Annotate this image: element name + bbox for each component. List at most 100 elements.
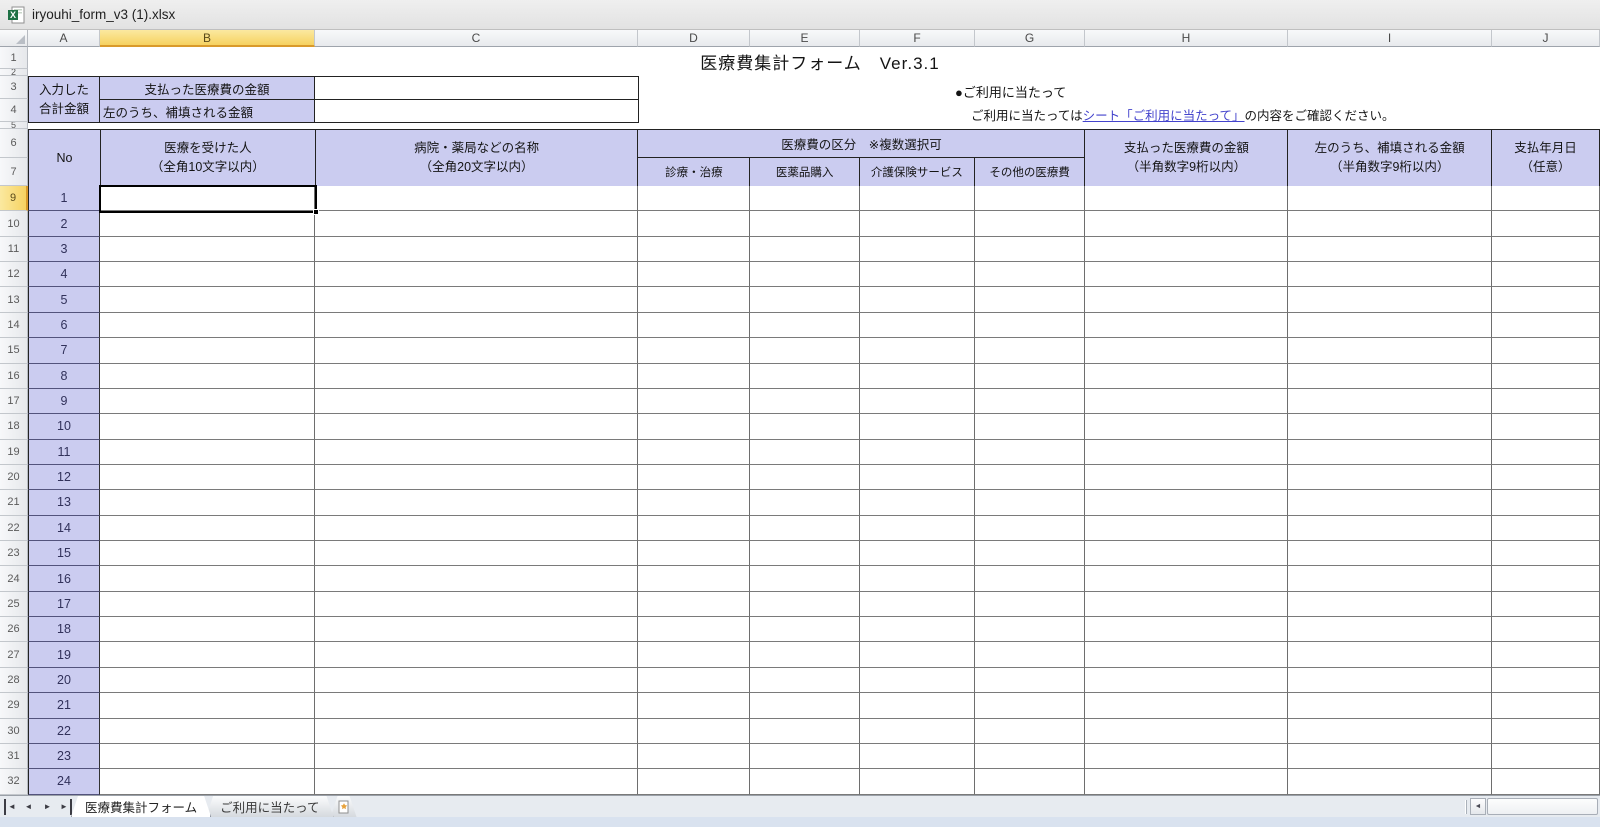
cell-H12[interactable]	[1085, 262, 1288, 288]
cell-D21[interactable]	[638, 490, 750, 516]
cell-F12[interactable]	[860, 262, 975, 288]
cell-C30[interactable]	[315, 718, 638, 744]
cell-E31[interactable]	[750, 743, 860, 770]
cell-G21[interactable]	[975, 490, 1085, 516]
tab-iryouhi-form[interactable]: 医療費集計フォーム	[71, 796, 211, 817]
cell-C19[interactable]	[315, 439, 638, 465]
cell-C28[interactable]	[315, 667, 638, 694]
cell-G30[interactable]	[975, 718, 1085, 744]
cell-C15[interactable]	[315, 338, 638, 364]
cell-J31[interactable]	[1492, 743, 1600, 770]
cell-D30[interactable]	[638, 718, 750, 744]
cell-no-3[interactable]: 3	[28, 236, 100, 263]
cell-J15[interactable]	[1492, 338, 1600, 364]
cell-G31[interactable]	[975, 743, 1085, 770]
cell-I9[interactable]	[1288, 186, 1492, 212]
cell-F16[interactable]	[860, 363, 975, 389]
cell-D20[interactable]	[638, 464, 750, 491]
cell-D15[interactable]	[638, 338, 750, 364]
cell-H21[interactable]	[1085, 490, 1288, 516]
cell-B21[interactable]	[100, 490, 315, 516]
cell-J30[interactable]	[1492, 718, 1600, 744]
cell-no-15[interactable]: 15	[28, 541, 100, 567]
cell-E25[interactable]	[750, 591, 860, 618]
cell-I10[interactable]	[1288, 211, 1492, 237]
cell-no-18[interactable]: 18	[28, 617, 100, 643]
cell-J10[interactable]	[1492, 211, 1600, 237]
cell-J28[interactable]	[1492, 667, 1600, 694]
cell-B24[interactable]	[100, 566, 315, 592]
cell-B13[interactable]	[100, 287, 315, 313]
cell-J20[interactable]	[1492, 464, 1600, 491]
cell-H11[interactable]	[1085, 236, 1288, 263]
cell-F13[interactable]	[860, 287, 975, 313]
cell-G19[interactable]	[975, 439, 1085, 465]
cell-H19[interactable]	[1085, 439, 1288, 465]
cell-E15[interactable]	[750, 338, 860, 364]
cell-C21[interactable]	[315, 490, 638, 516]
cell-G18[interactable]	[975, 414, 1085, 440]
cell-I31[interactable]	[1288, 743, 1492, 770]
summary-paid-value-cell[interactable]	[315, 77, 639, 100]
cell-G20[interactable]	[975, 464, 1085, 491]
cell-J23[interactable]	[1492, 541, 1600, 567]
header-paid[interactable]: 支払った医療費の金額 （半角数字9桁以内）	[1085, 130, 1289, 187]
cell-B27[interactable]	[100, 642, 315, 668]
cell-I24[interactable]	[1288, 566, 1492, 592]
header-category-treatment[interactable]: 診療・治療	[638, 158, 751, 186]
cell-I22[interactable]	[1288, 515, 1492, 542]
cell-E12[interactable]	[750, 262, 860, 288]
cell-E32[interactable]	[750, 769, 860, 795]
cell-B31[interactable]	[100, 743, 315, 770]
summary-paid-label-cell[interactable]: 支払った医療費の金額	[100, 77, 315, 100]
cell-E18[interactable]	[750, 414, 860, 440]
cell-C9[interactable]	[315, 186, 638, 212]
cell-E19[interactable]	[750, 439, 860, 465]
cell-E29[interactable]	[750, 693, 860, 719]
cell-I25[interactable]	[1288, 591, 1492, 618]
cell-H10[interactable]	[1085, 211, 1288, 237]
cell-G32[interactable]	[975, 769, 1085, 795]
cell-no-11[interactable]: 11	[28, 439, 100, 465]
cell-H30[interactable]	[1085, 718, 1288, 744]
cell-B25[interactable]	[100, 591, 315, 618]
cell-H9[interactable]	[1085, 186, 1288, 212]
cell-C31[interactable]	[315, 743, 638, 770]
cell-H23[interactable]	[1085, 541, 1288, 567]
cell-B9[interactable]	[100, 186, 315, 212]
cell-no-14[interactable]: 14	[28, 515, 100, 542]
cell-no-19[interactable]: 19	[28, 642, 100, 668]
cell-J27[interactable]	[1492, 642, 1600, 668]
cell-B20[interactable]	[100, 464, 315, 491]
cell-G29[interactable]	[975, 693, 1085, 719]
cell-I26[interactable]	[1288, 617, 1492, 643]
header-person[interactable]: 医療を受けた人 （全角10文字以内）	[100, 130, 316, 187]
cell-E21[interactable]	[750, 490, 860, 516]
cell-J14[interactable]	[1492, 312, 1600, 339]
header-hospital[interactable]: 病院・薬局などの名称 （全角20文字以内）	[315, 130, 639, 187]
cell-C12[interactable]	[315, 262, 638, 288]
cell-J13[interactable]	[1492, 287, 1600, 313]
cell-J17[interactable]	[1492, 388, 1600, 415]
cell-C20[interactable]	[315, 464, 638, 491]
cell-G24[interactable]	[975, 566, 1085, 592]
cell-F9[interactable]	[860, 186, 975, 212]
cell-no-16[interactable]: 16	[28, 566, 100, 592]
cell-I11[interactable]	[1288, 236, 1492, 263]
cell-no-13[interactable]: 13	[28, 490, 100, 516]
cell-H15[interactable]	[1085, 338, 1288, 364]
cell-D10[interactable]	[638, 211, 750, 237]
summary-refund-value-cell[interactable]	[315, 100, 639, 123]
cell-F14[interactable]	[860, 312, 975, 339]
cell-G14[interactable]	[975, 312, 1085, 339]
summary-refund-label-cell[interactable]: 左のうち、補填される金額	[100, 100, 315, 123]
cell-I19[interactable]	[1288, 439, 1492, 465]
cell-J9[interactable]	[1492, 186, 1600, 212]
cell-D27[interactable]	[638, 642, 750, 668]
cell-no-6[interactable]: 6	[28, 312, 100, 339]
cell-B10[interactable]	[100, 211, 315, 237]
cell-C25[interactable]	[315, 591, 638, 618]
cell-C24[interactable]	[315, 566, 638, 592]
cell-H16[interactable]	[1085, 363, 1288, 389]
cell-I30[interactable]	[1288, 718, 1492, 744]
